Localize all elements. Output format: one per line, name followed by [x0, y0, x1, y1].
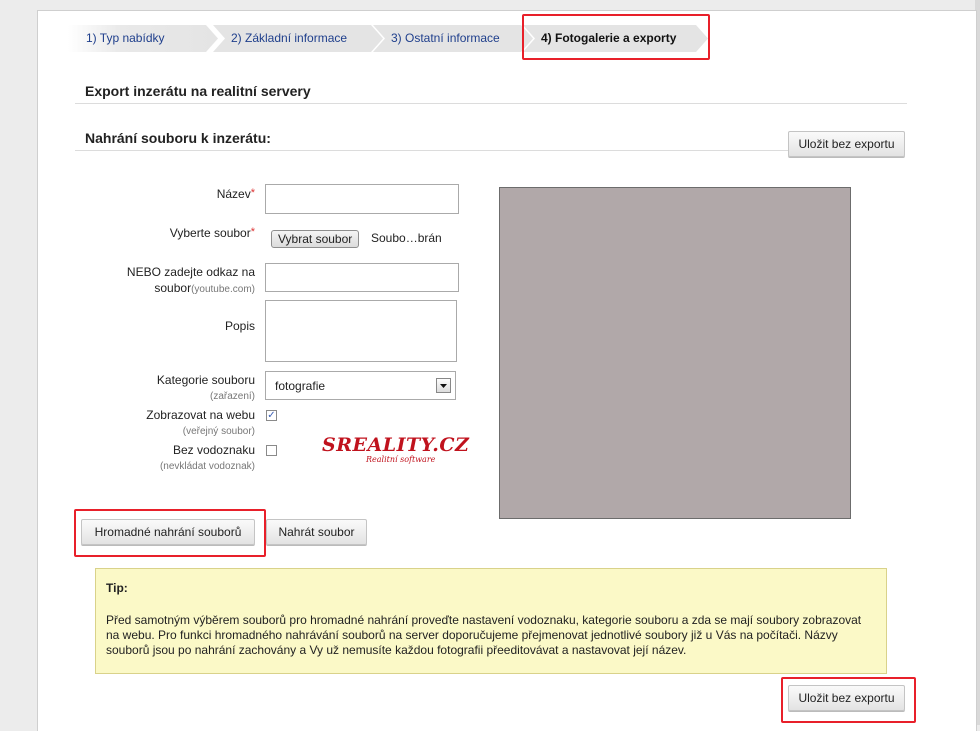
step-2[interactable]: 2) Základní informace	[213, 25, 383, 52]
tip-title: Tip:	[106, 581, 128, 595]
show-web-label: Zobrazovat na webu (veřejný soubor)	[118, 408, 255, 439]
logo-main-text: SREALITY.CZ	[322, 434, 470, 456]
category-value: fotografie	[275, 379, 326, 393]
file-required-mark: *	[250, 226, 255, 238]
desc-label: Popis	[224, 319, 255, 333]
show-web-checkbox[interactable]: ✓	[266, 410, 277, 421]
logo-sub-text: Realitní software	[366, 455, 436, 464]
category-label-text: Kategorie souboru	[156, 373, 255, 387]
save-without-export-bottom-button[interactable]: Uložit bez exportu	[788, 685, 905, 711]
name-label-text: Název	[216, 187, 251, 201]
link-label-line2: soubor	[154, 281, 192, 295]
link-hint: (youtube.com)	[191, 284, 255, 295]
category-label: Kategorie souboru (zařazení)	[118, 373, 255, 404]
export-title: Export inzerátu na realitní servery	[85, 83, 311, 99]
step-3[interactable]: 3) Ostatní informace	[373, 25, 533, 52]
chevron-down-icon	[436, 378, 451, 393]
show-web-hint: (veřejný soubor)	[182, 426, 255, 437]
name-required-mark: *	[250, 187, 255, 199]
step-1-label: 1) Typ nabídky	[86, 31, 165, 45]
export-separator	[75, 103, 907, 104]
step-1[interactable]: 1) Typ nabídky	[68, 25, 218, 52]
bulk-upload-button[interactable]: Hromadné nahrání souborů	[81, 519, 255, 545]
link-label-line1: NEBO zadejte odkaz na	[126, 265, 255, 279]
image-preview	[499, 187, 851, 519]
tip-box: Tip: Před samotným výběrem souborů pro h…	[95, 568, 887, 674]
tip-text: Před samotným výběrem souborů pro hromad…	[106, 613, 862, 657]
desc-textarea[interactable]	[265, 300, 457, 362]
category-hint: (zařazení)	[209, 391, 255, 402]
no-watermark-hint: (nevkládat vodoznak)	[159, 461, 255, 472]
file-label-text: Vyberte soubor	[169, 226, 251, 240]
sreality-logo: SREALITY.CZ Realitní software	[308, 433, 469, 467]
link-input[interactable]	[265, 263, 459, 292]
upload-title: Nahrání souboru k inzerátu:	[85, 130, 271, 146]
file-status: Soubo…brán	[371, 231, 442, 245]
name-input[interactable]	[265, 184, 459, 214]
upload-separator	[75, 150, 790, 151]
save-without-export-top-button[interactable]: Uložit bez exportu	[788, 131, 905, 157]
step-3-label: 3) Ostatní informace	[391, 31, 500, 45]
show-web-label-text: Zobrazovat na webu	[146, 408, 255, 422]
category-select[interactable]: fotografie	[265, 371, 456, 400]
no-watermark-checkbox[interactable]	[266, 445, 277, 456]
name-label: Název*	[118, 187, 255, 201]
no-watermark-label-text: Bez vodoznaku	[172, 443, 255, 457]
file-label: Vyberte soubor*	[118, 226, 255, 240]
chevron-down-icon-shape	[440, 384, 447, 388]
main-panel: 1) Typ nabídky 2) Základní informace 3) …	[37, 10, 977, 731]
step-2-label: 2) Základní informace	[231, 31, 348, 45]
choose-file-button[interactable]: Vybrat soubor	[271, 230, 360, 248]
wizard-steps: 1) Typ nabídky 2) Základní informace 3) …	[38, 25, 976, 67]
step-4-highlight	[522, 14, 710, 60]
no-watermark-label: Bez vodoznaku (nevkládat vodoznak)	[118, 443, 255, 474]
upload-file-button[interactable]: Nahrát soubor	[266, 519, 367, 545]
link-label: NEBO zadejte odkaz na soubor(youtube.com…	[98, 264, 255, 298]
